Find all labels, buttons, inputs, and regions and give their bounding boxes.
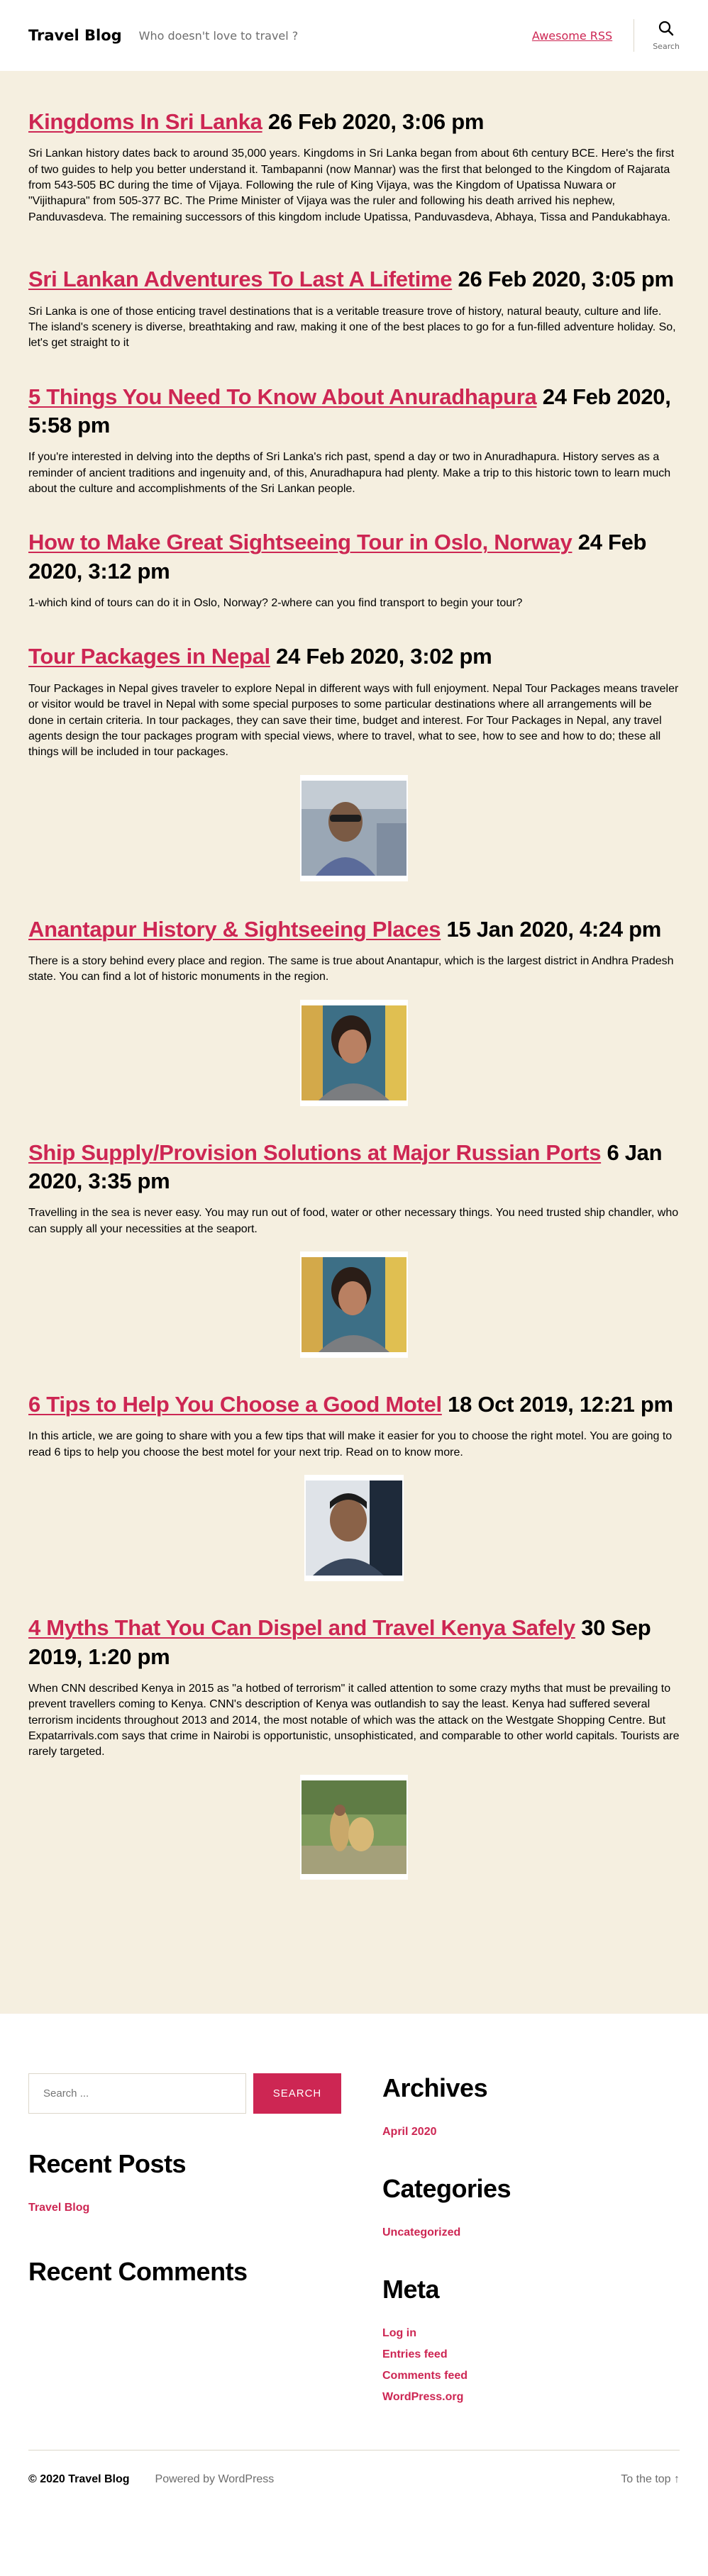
post-heading: How to Make Great Sightseeing Tour in Os… [28, 528, 680, 586]
post-item: Tour Packages in Nepal 24 Feb 2020, 3:02… [28, 642, 680, 881]
list-item: Uncategorized [382, 2222, 680, 2243]
archives-widget: Archives April 2020 [382, 2073, 680, 2143]
search-icon [658, 21, 674, 39]
post-excerpt: Tour Packages in Nepal gives traveler to… [28, 682, 679, 759]
post-excerpt: Sri Lanka is one of those enticing trave… [28, 305, 676, 350]
post-excerpt: Travelling in the sea is never easy. You… [28, 1207, 679, 1235]
post-heading: 4 Myths That You Can Dispel and Travel K… [28, 1614, 680, 1671]
list-item: Log in [382, 2323, 680, 2344]
site-title-link[interactable]: Travel Blog [28, 27, 122, 44]
post-heading: Sri Lankan Adventures To Last A Lifetime… [28, 265, 680, 294]
post-item: 4 Myths That You Can Dispel and Travel K… [28, 1614, 680, 1880]
post-heading: 6 Tips to Help You Choose a Good Motel 1… [28, 1390, 680, 1419]
post-title-link[interactable]: 5 Things You Need To Know About Anuradha… [28, 384, 537, 409]
post-date: 15 Jan 2020, 4:24 pm [446, 916, 662, 942]
post-heading: Ship Supply/Provision Solutions at Major… [28, 1139, 680, 1196]
post-date: 26 Feb 2020, 3:06 pm [267, 109, 485, 134]
list-item: April 2020 [382, 2121, 680, 2143]
post-title-link[interactable]: 4 Myths That You Can Dispel and Travel K… [28, 1615, 575, 1640]
widget-title: Archives [382, 2073, 488, 2102]
post-date: 18 Oct 2019, 12:21 pm [448, 1392, 673, 1417]
site-footer: © 2020 Travel Blog Powered by WordPress … [0, 2450, 708, 2508]
post-excerpt: If you're interested in delving into the… [28, 451, 671, 496]
post-heading: 5 Things You Need To Know About Anuradha… [28, 383, 680, 440]
widget-column-right: Archives April 2020 Categories Uncategor… [354, 2073, 680, 2421]
widget-title: Recent Posts [28, 2149, 187, 2178]
post-date: 24 Feb 2020, 3:02 pm [276, 644, 492, 669]
post-title-link[interactable]: 6 Tips to Help You Choose a Good Motel [28, 1392, 442, 1417]
footer-widgets: Search Recent Posts Travel Blog Recent C… [0, 2014, 708, 2450]
meta-list: Log in Entries feed Comments feed WordPr… [382, 2323, 680, 2408]
man-portrait-headphones-photo [306, 1481, 402, 1576]
post-item: Sri Lankan Adventures To Last A Lifetime… [28, 265, 680, 351]
post-excerpt: There is a story behind every place and … [28, 955, 674, 983]
post-item: Anantapur History & Sightseeing Places 1… [28, 915, 680, 1106]
search-form: Search [28, 2073, 354, 2114]
post-excerpt: Sri Lankan history dates back to around … [28, 147, 675, 223]
site-tagline: Who doesn't love to travel ? [138, 28, 299, 43]
post-thumbnail[interactable] [300, 1251, 408, 1359]
widget-title: Categories [382, 2174, 511, 2203]
search-input[interactable] [28, 2073, 246, 2114]
nav-link-awesome-rss[interactable]: Awesome RSS [532, 29, 612, 43]
category-link[interactable]: Uncategorized [382, 2226, 460, 2238]
posts-list: Kingdoms In Sri Lanka 26 Feb 2020, 3:06 … [0, 71, 708, 2014]
man-portrait-sunglasses-photo [302, 780, 406, 876]
archive-link[interactable]: April 2020 [382, 2126, 436, 2138]
widget-title: Meta [382, 2275, 440, 2304]
powered-by-link[interactable]: Powered by WordPress [155, 2473, 275, 2486]
post-thumbnail[interactable] [300, 999, 408, 1106]
post-excerpt: In this article, we are going to share w… [28, 1430, 673, 1459]
post-item: How to Make Great Sightseeing Tour in Os… [28, 528, 680, 611]
recent-post-link[interactable]: Travel Blog [28, 2202, 89, 2214]
meta-widget: Meta Log in Entries feed Comments feed W… [382, 2275, 680, 2408]
search-toggle-label: Search [653, 41, 680, 51]
post-excerpt: When CNN described Kenya in 2015 as "a h… [28, 1682, 680, 1758]
post-item: Ship Supply/Provision Solutions at Major… [28, 1139, 680, 1359]
post-item: 5 Things You Need To Know About Anuradha… [28, 383, 680, 498]
post-item: 6 Tips to Help You Choose a Good Motel 1… [28, 1390, 680, 1582]
post-title-link[interactable]: Kingdoms In Sri Lanka [28, 109, 262, 134]
search-toggle-button[interactable]: Search [634, 19, 680, 52]
post-title-link[interactable]: How to Make Great Sightseeing Tour in Os… [28, 530, 573, 554]
categories-list: Uncategorized [382, 2222, 680, 2243]
copyright-text[interactable]: © 2020 Travel Blog [28, 2473, 130, 2486]
cheetah-photo [302, 1780, 406, 1874]
post-title-link[interactable]: Sri Lankan Adventures To Last A Lifetime [28, 267, 453, 291]
archives-list: April 2020 [382, 2121, 680, 2143]
header-nav: Awesome RSS Search [532, 0, 680, 71]
list-item: Entries feed [382, 2344, 680, 2365]
list-item: Travel Blog [28, 2197, 354, 2219]
site-header: Travel Blog Who doesn't love to travel ?… [0, 0, 708, 71]
post-thumbnail[interactable] [300, 774, 408, 881]
recent-comments-widget: Recent Comments [28, 2257, 354, 2287]
list-item: Comments feed [382, 2365, 680, 2387]
meta-link-entries-feed[interactable]: Entries feed [382, 2348, 448, 2360]
meta-link-wordpress-org[interactable]: WordPress.org [382, 2391, 463, 2403]
post-heading: Kingdoms In Sri Lanka 26 Feb 2020, 3:06 … [28, 108, 680, 136]
meta-link-login[interactable]: Log in [382, 2327, 416, 2339]
list-item: WordPress.org [382, 2387, 680, 2408]
widget-column-left: Search Recent Posts Travel Blog Recent C… [28, 2073, 354, 2421]
post-title-link[interactable]: Ship Supply/Provision Solutions at Major… [28, 1140, 601, 1165]
woman-portrait-photo [302, 1005, 406, 1100]
post-excerpt: 1-which kind of tours can do it in Oslo,… [28, 597, 523, 610]
recent-posts-list: Travel Blog [28, 2197, 354, 2219]
search-submit-button[interactable]: Search [253, 2073, 341, 2114]
post-heading: Anantapur History & Sightseeing Places 1… [28, 915, 680, 944]
post-title-link[interactable]: Tour Packages in Nepal [28, 644, 270, 669]
recent-posts-widget: Recent Posts Travel Blog [28, 2149, 354, 2219]
categories-widget: Categories Uncategorized [382, 2174, 680, 2243]
widget-title: Recent Comments [28, 2257, 248, 2286]
post-title-link[interactable]: Anantapur History & Sightseeing Places [28, 917, 441, 942]
woman-portrait-photo [302, 1257, 406, 1353]
post-thumbnail[interactable] [300, 1774, 408, 1880]
post-item: Kingdoms In Sri Lanka 26 Feb 2020, 3:06 … [28, 108, 680, 225]
meta-link-comments-feed[interactable]: Comments feed [382, 2370, 468, 2382]
to-the-top-link[interactable]: To the top ↑ [621, 2473, 680, 2486]
post-thumbnail[interactable] [304, 1475, 404, 1582]
post-heading: Tour Packages in Nepal 24 Feb 2020, 3:02… [28, 642, 680, 671]
post-date: 26 Feb 2020, 3:05 pm [458, 267, 674, 292]
